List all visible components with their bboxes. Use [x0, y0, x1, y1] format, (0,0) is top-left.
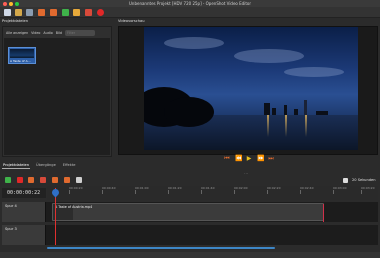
record-icon[interactable] [97, 9, 104, 16]
playback-controls: ⏮ ⏪ ▶ ⏩ ⏭ [224, 156, 274, 162]
light-reflection [285, 115, 287, 137]
cloud [284, 67, 344, 77]
file-item-label: A Taste of A… [10, 59, 31, 63]
track-name: Spur 3 [5, 227, 17, 231]
timeline-clip[interactable]: A Taste of Austria.mp4 [52, 203, 324, 222]
project-files-panel: Alle anzeigen Video Audio Bild A Taste o… [2, 26, 112, 157]
video-frame [144, 27, 358, 150]
timeline-scrollbar[interactable] [47, 247, 275, 249]
filter-show-all[interactable]: Alle anzeigen [6, 31, 28, 35]
filter-video[interactable]: Video [31, 31, 40, 35]
tab-transitions[interactable]: Übergänge [35, 162, 57, 169]
ruler-tick: 00:01:20 [168, 186, 182, 194]
file-item[interactable]: A Taste of A… [8, 47, 36, 64]
files-list: A Taste of A… [4, 38, 110, 155]
ruler-tick: 00:03:20 [361, 186, 375, 194]
video-preview-panel [118, 26, 378, 155]
fast-forward-icon[interactable]: ⏩ [257, 156, 264, 162]
filter-input[interactable] [64, 29, 95, 36]
left-panel-tabs: Projektdateien Übergänge Effekte [2, 162, 76, 169]
center-timeline-icon[interactable] [76, 177, 82, 183]
open-project-icon[interactable] [15, 9, 22, 16]
play-icon[interactable]: ▶ [246, 156, 252, 162]
files-filter-bar: Alle anzeigen Video Audio Bild [6, 29, 106, 36]
previous-marker-icon[interactable] [52, 177, 58, 183]
import-files-icon[interactable] [62, 9, 69, 16]
zoom-label: 20 Sekunden [352, 178, 376, 182]
jump-start-icon[interactable]: ⏮ [224, 156, 230, 162]
next-marker-icon[interactable] [64, 177, 70, 183]
save-project-icon[interactable] [26, 9, 33, 16]
snapping-icon[interactable] [17, 177, 23, 183]
timeline-toolbar [2, 176, 378, 185]
filter-image[interactable]: Bild [56, 31, 62, 35]
main-toolbar [0, 7, 380, 18]
tab-project-files[interactable]: Projektdateien [2, 162, 30, 169]
ruler-tick: 00:00:20 [69, 186, 83, 194]
ruler-tick: 00:01:40 [201, 186, 215, 194]
track-header[interactable]: Spur 4 [2, 202, 46, 222]
track-row: Spur 3 [2, 225, 378, 245]
clip-name: A Taste of Austria.mp4 [55, 205, 93, 209]
timecode: 00:00:00:22 [7, 190, 41, 196]
tab-effects[interactable]: Effekte [62, 162, 77, 169]
track-header[interactable]: Spur 3 [2, 225, 46, 245]
ruler-tick: 00:01:00 [135, 186, 149, 194]
track-name: Spur 4 [5, 204, 17, 208]
profile-icon[interactable] [73, 9, 80, 16]
filter-audio[interactable]: Audio [43, 31, 52, 35]
ruler-tick: 00:03:00 [333, 186, 347, 194]
tree-silhouette [164, 97, 214, 127]
razor-icon[interactable] [28, 177, 34, 183]
redo-icon[interactable] [50, 9, 57, 16]
timecode-display: 00:00:00:22 [2, 188, 46, 198]
light-reflection [305, 115, 307, 137]
ruler-tick: 00:00:40 [102, 186, 116, 194]
track-row: Spur 4 A Taste of Austria.mp4 [2, 202, 378, 222]
status-bar [0, 252, 380, 258]
timeline-ruler[interactable]: 00:00:20 00:00:40 00:01:00 00:01:20 00:0… [47, 186, 378, 200]
file-thumbnail [10, 49, 34, 58]
jump-end-icon[interactable]: ⏭ [268, 156, 274, 162]
window-title: Unbenanntes Projekt [HDV 720 25p] - Open… [128, 1, 251, 6]
zoom-checkbox[interactable] [343, 178, 348, 183]
project-files-title: Projektdateien [2, 19, 28, 23]
rewind-icon[interactable]: ⏪ [235, 156, 242, 162]
ruler-tick: 00:02:40 [300, 186, 314, 194]
new-project-icon[interactable] [4, 9, 11, 16]
cloud [234, 49, 304, 63]
add-marker-icon[interactable] [40, 177, 46, 183]
window-titlebar: Unbenanntes Projekt [HDV 720 25p] - Open… [0, 0, 380, 7]
cloud [164, 37, 224, 49]
ruler-tick: 00:02:20 [267, 186, 281, 194]
ruler-tick: 00:02:00 [234, 186, 248, 194]
clip-end-marker [323, 204, 324, 222]
add-track-icon[interactable] [5, 177, 11, 183]
export-video-icon[interactable] [85, 9, 92, 16]
light-reflection [267, 115, 269, 137]
undo-icon[interactable] [38, 9, 45, 16]
video-preview-title: Videovorschau [118, 19, 145, 23]
